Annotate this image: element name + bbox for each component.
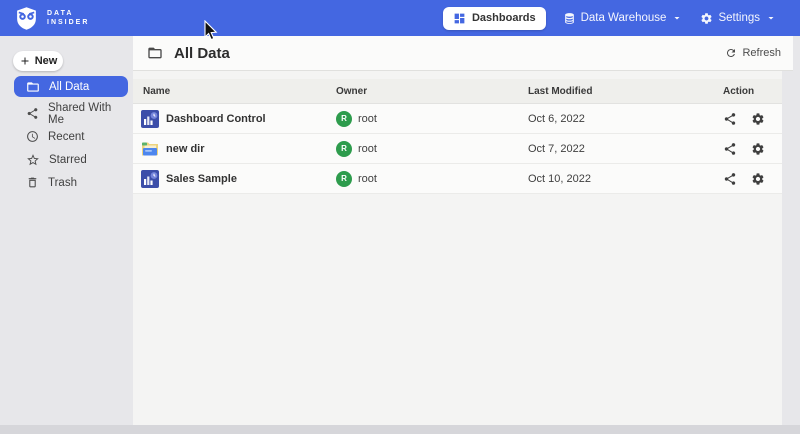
last-modified-date: Oct 7, 2022 bbox=[528, 143, 713, 155]
file-name[interactable]: Sales Sample bbox=[166, 173, 237, 185]
owl-logo-icon bbox=[14, 6, 39, 31]
owner-name: root bbox=[358, 173, 377, 185]
chevron-down-icon bbox=[765, 12, 777, 24]
brand-logo[interactable]: DATA INSIDER bbox=[14, 6, 89, 31]
gear-icon[interactable] bbox=[751, 142, 765, 156]
top-nav: Dashboards Data Warehouse Settings bbox=[443, 7, 777, 30]
share-icon[interactable] bbox=[723, 142, 737, 156]
gear-icon[interactable] bbox=[751, 172, 765, 186]
app-window: DATA INSIDER Dashboards Data Warehouse S… bbox=[0, 0, 800, 425]
owner-avatar: R bbox=[336, 111, 352, 127]
file-name[interactable]: Dashboard Control bbox=[166, 113, 266, 125]
brand-name: DATA INSIDER bbox=[47, 9, 89, 27]
refresh-icon bbox=[725, 47, 737, 59]
clock-icon bbox=[26, 130, 39, 143]
share-icon[interactable] bbox=[723, 172, 737, 186]
nav-data-warehouse-button[interactable]: Data Warehouse bbox=[563, 12, 684, 25]
content-body: Name Owner Last Modified Action Dashboar… bbox=[133, 71, 793, 425]
table-header-row: Name Owner Last Modified Action bbox=[133, 79, 782, 104]
database-icon bbox=[563, 12, 576, 25]
new-button-label: New bbox=[35, 55, 58, 67]
share-icon bbox=[26, 107, 39, 120]
scrollbar-gutter[interactable] bbox=[782, 71, 793, 425]
refresh-button[interactable]: Refresh bbox=[725, 47, 781, 59]
brand-name-line1: DATA bbox=[47, 9, 89, 18]
chevron-down-icon bbox=[671, 12, 683, 24]
share-icon[interactable] bbox=[723, 112, 737, 126]
table-row[interactable]: new dir R root Oct 7, 2022 bbox=[133, 134, 782, 164]
sidebar: New All Data Shared With Me Recent Starr… bbox=[0, 36, 133, 425]
top-bar: DATA INSIDER Dashboards Data Warehouse S… bbox=[0, 0, 800, 36]
sidebar-item-starred[interactable]: Starred bbox=[14, 149, 128, 170]
column-header-owner[interactable]: Owner bbox=[336, 86, 528, 97]
gear-icon bbox=[700, 12, 713, 25]
content-panel: All Data Refresh Name Owner Last Modifie… bbox=[133, 36, 800, 425]
main-area: New All Data Shared With Me Recent Starr… bbox=[0, 36, 800, 425]
plus-icon bbox=[19, 55, 31, 67]
new-button[interactable]: New bbox=[13, 51, 63, 71]
nav-settings-label: Settings bbox=[718, 12, 760, 24]
owner-name: root bbox=[358, 113, 377, 125]
dashboard-file-icon bbox=[141, 170, 159, 188]
sidebar-item-label: Trash bbox=[48, 177, 77, 189]
owner-avatar: R bbox=[336, 141, 352, 157]
sidebar-item-label: All Data bbox=[49, 81, 89, 93]
page-title-label: All Data bbox=[174, 45, 230, 62]
last-modified-date: Oct 6, 2022 bbox=[528, 113, 713, 125]
sidebar-item-shared-with-me[interactable]: Shared With Me bbox=[14, 103, 128, 124]
dashboard-file-icon bbox=[141, 110, 159, 128]
column-header-action: Action bbox=[713, 86, 782, 97]
table-row[interactable]: Dashboard Control R root Oct 6, 2022 bbox=[133, 104, 782, 134]
column-header-name[interactable]: Name bbox=[133, 86, 336, 97]
gear-icon[interactable] bbox=[751, 112, 765, 126]
table-row[interactable]: Sales Sample R root Oct 10, 2022 bbox=[133, 164, 782, 194]
column-header-last-modified[interactable]: Last Modified bbox=[528, 86, 713, 97]
folder-file-icon bbox=[141, 140, 159, 158]
folder-icon bbox=[26, 80, 40, 94]
nav-data-warehouse-label: Data Warehouse bbox=[581, 12, 667, 24]
owner-avatar: R bbox=[336, 171, 352, 187]
sidebar-item-label: Recent bbox=[48, 131, 84, 143]
nav-dashboards-button[interactable]: Dashboards bbox=[443, 7, 546, 30]
sidebar-item-trash[interactable]: Trash bbox=[14, 172, 128, 193]
content-header: All Data Refresh bbox=[133, 36, 793, 71]
data-table: Name Owner Last Modified Action Dashboar… bbox=[133, 71, 782, 425]
star-icon bbox=[26, 153, 40, 167]
dashboard-icon bbox=[453, 12, 466, 25]
trash-icon bbox=[26, 176, 39, 189]
nav-dashboards-label: Dashboards bbox=[472, 12, 536, 24]
sidebar-item-all-data[interactable]: All Data bbox=[14, 76, 128, 97]
brand-name-line2: INSIDER bbox=[47, 18, 89, 27]
sidebar-item-recent[interactable]: Recent bbox=[14, 126, 128, 147]
folder-icon bbox=[147, 45, 163, 61]
page-title: All Data bbox=[147, 45, 230, 62]
file-name[interactable]: new dir bbox=[166, 143, 205, 155]
last-modified-date: Oct 10, 2022 bbox=[528, 173, 713, 185]
sidebar-item-label: Shared With Me bbox=[48, 102, 128, 126]
owner-name: root bbox=[358, 143, 377, 155]
refresh-button-label: Refresh bbox=[742, 47, 781, 59]
sidebar-item-label: Starred bbox=[49, 154, 87, 166]
nav-settings-button[interactable]: Settings bbox=[700, 12, 777, 25]
